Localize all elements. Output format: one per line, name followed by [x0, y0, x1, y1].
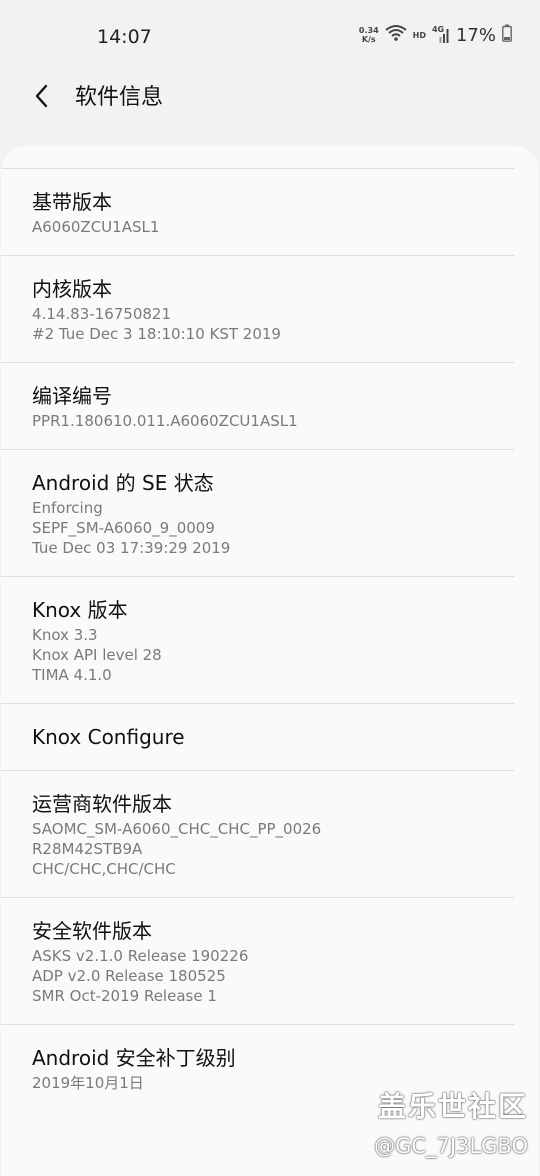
list-item-baseband-version[interactable]: 基带版本 A6060ZCU1ASL1 [1, 168, 514, 255]
item-value: A6060ZCU1ASL1 [32, 218, 160, 236]
item-value: Enforcing [32, 499, 103, 517]
item-value: 4.14.83-16750821 [32, 305, 172, 323]
item-value: #2 Tue Dec 3 18:10:10 KST 2019 [32, 325, 281, 343]
status-time: 14:07 [97, 26, 152, 48]
list-item-build-number[interactable]: 编译编号 PPR1.180610.011.A6060ZCU1ASL1 [1, 362, 514, 449]
list-item-carrier-software-version[interactable]: 运营商软件版本 SAOMC_SM-A6060_CHC_CHC_PP_0026 R… [1, 770, 514, 897]
item-value: SAOMC_SM-A6060_CHC_CHC_PP_0026 [32, 820, 322, 838]
status-bar: 14:07 0.34 K/s HD 4G 17% [0, 0, 540, 72]
list-item-security-patch-level[interactable]: Android 安全补丁级别 2019年10月1日 [1, 1024, 514, 1111]
list-item-knox-configure[interactable]: Knox Configure [1, 703, 514, 770]
app-bar: 软件信息 [0, 72, 540, 144]
list-item-security-software-version[interactable]: 安全软件版本 ASKS v2.1.0 Release 190226 ADP v2… [1, 897, 514, 1024]
item-value: Knox 3.3 [32, 626, 98, 644]
item-title: Knox Configure [32, 725, 185, 749]
item-value: SMR Oct-2019 Release 1 [32, 987, 217, 1005]
item-value: ASKS v2.1.0 Release 190226 [32, 947, 249, 965]
network-speed-value: 0.34 [358, 26, 379, 35]
list-item-knox-version[interactable]: Knox 版本 Knox 3.3 Knox API level 28 TIMA … [1, 576, 514, 703]
item-value: CHC/CHC,CHC/CHC [32, 860, 176, 878]
page-title: 软件信息 [75, 85, 164, 110]
item-value: Tue Dec 03 17:39:29 2019 [32, 539, 231, 557]
item-title: 安全软件版本 [32, 919, 152, 943]
cellular-signal: 4G [432, 25, 450, 44]
network-speed-unit: K/s [361, 35, 376, 44]
item-title: 基带版本 [32, 190, 112, 214]
item-value: R28M42STB9A [32, 840, 143, 858]
back-arrow-icon [35, 84, 48, 108]
item-title: Knox 版本 [32, 598, 128, 622]
software-info-list: 基带版本 A6060ZCU1ASL1 内核版本 4.14.83-16750821… [1, 168, 539, 1111]
item-value: SEPF_SM-A6060_9_0009 [32, 519, 215, 537]
item-value: PPR1.180610.011.A6060ZCU1ASL1 [32, 412, 298, 430]
item-value: Knox API level 28 [32, 646, 162, 664]
list-item-se-status[interactable]: Android 的 SE 状态 Enforcing SEPF_SM-A6060_… [1, 449, 514, 576]
item-value: 2019年10月1日 [32, 1074, 144, 1092]
item-title: Android 安全补丁级别 [32, 1046, 236, 1070]
item-title: 内核版本 [32, 277, 112, 301]
item-value: ADP v2.0 Release 180525 [32, 967, 226, 985]
battery-percent: 17% [455, 24, 496, 46]
list-item-kernel-version[interactable]: 内核版本 4.14.83-16750821 #2 Tue Dec 3 18:10… [1, 255, 514, 362]
battery-icon [502, 24, 512, 46]
hd-voice-badge: HD [412, 30, 426, 40]
software-info-card: 基带版本 A6060ZCU1ASL1 内核版本 4.14.83-16750821… [1, 146, 539, 1176]
item-title: 编译编号 [32, 384, 112, 408]
network-speed: 0.34 K/s [359, 26, 379, 44]
back-button[interactable] [26, 80, 58, 112]
signal-bars-icon [439, 29, 449, 43]
status-indicators: 0.34 K/s HD 4G 17% [359, 24, 512, 46]
item-value: TIMA 4.1.0 [32, 666, 112, 684]
wifi-icon [385, 24, 407, 46]
item-title: Android 的 SE 状态 [32, 471, 214, 495]
item-title: 运营商软件版本 [32, 792, 172, 816]
